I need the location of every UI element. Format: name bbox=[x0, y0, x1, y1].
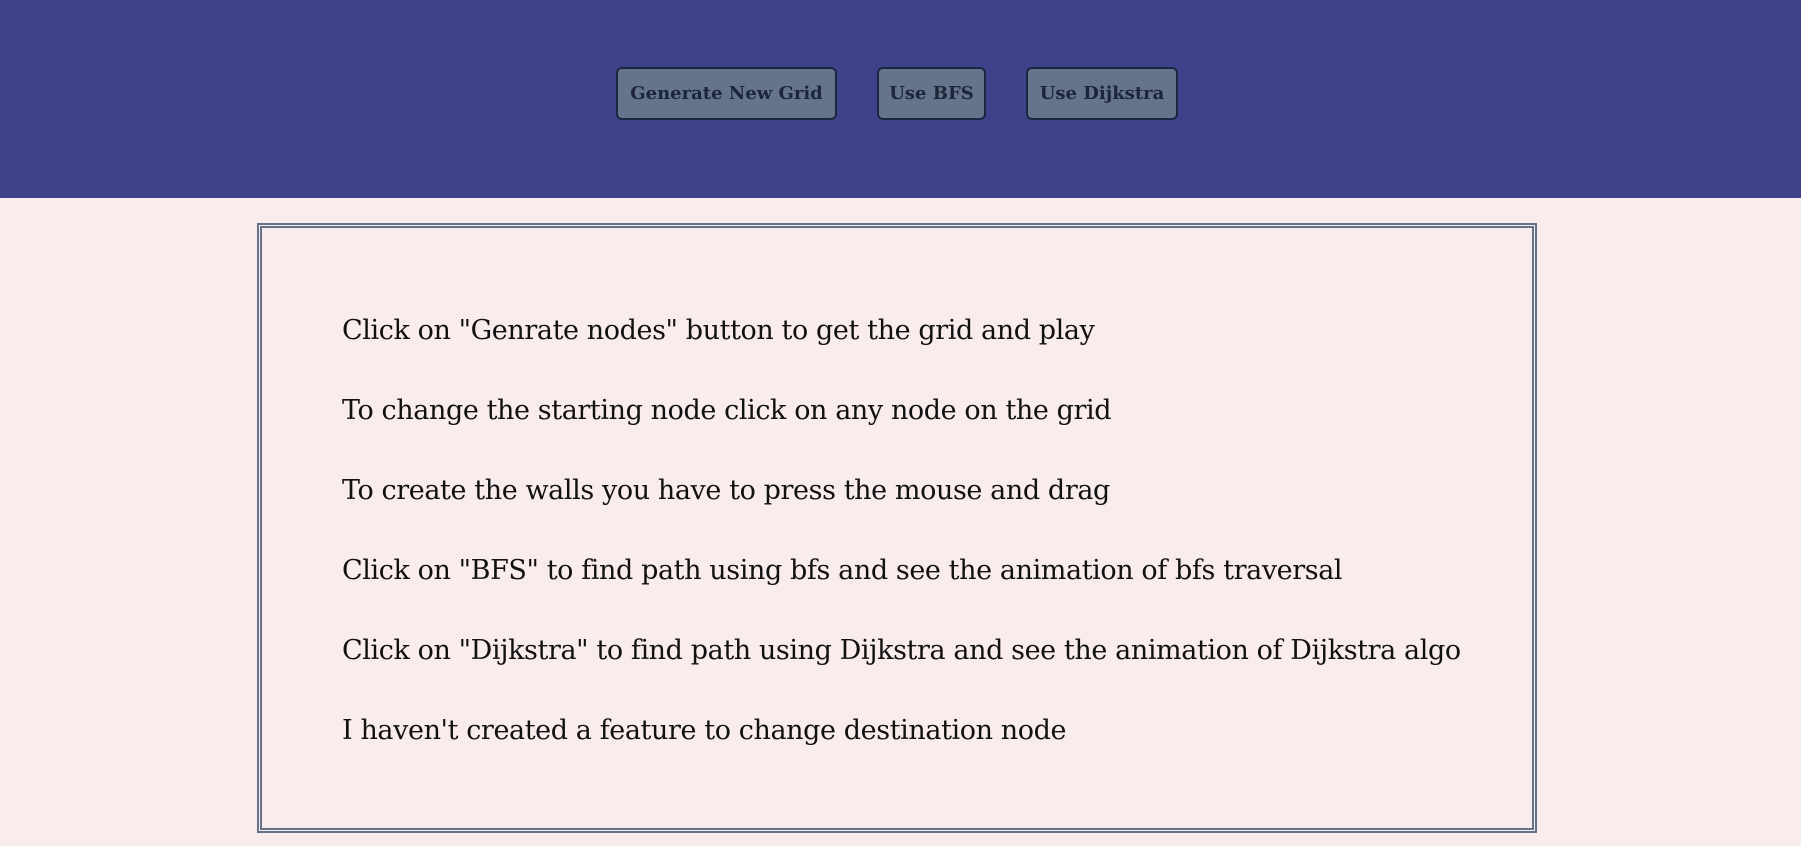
instruction-item: Click on "BFS" to find path using bfs an… bbox=[342, 555, 1343, 586]
instructions-list: Click on "Genrate nodes" button to get t… bbox=[342, 314, 1461, 794]
instruction-item: To create the walls you have to press th… bbox=[342, 475, 1110, 506]
instruction-item: Click on "Genrate nodes" button to get t… bbox=[342, 315, 1095, 346]
instruction-item: To change the starting node click on any… bbox=[342, 395, 1112, 426]
use-bfs-button[interactable]: Use BFS bbox=[877, 67, 986, 120]
instruction-item: Click on "Dijkstra" to find path using D… bbox=[342, 635, 1461, 666]
instruction-item: I haven't created a feature to change de… bbox=[342, 715, 1067, 746]
use-dijkstra-button[interactable]: Use Dijkstra bbox=[1026, 67, 1178, 120]
generate-new-grid-button[interactable]: Generate New Grid bbox=[616, 67, 837, 120]
instructions-panel: Click on "Genrate nodes" button to get t… bbox=[257, 223, 1537, 833]
top-toolbar: Generate New Grid Use BFS Use Dijkstra bbox=[0, 0, 1801, 198]
